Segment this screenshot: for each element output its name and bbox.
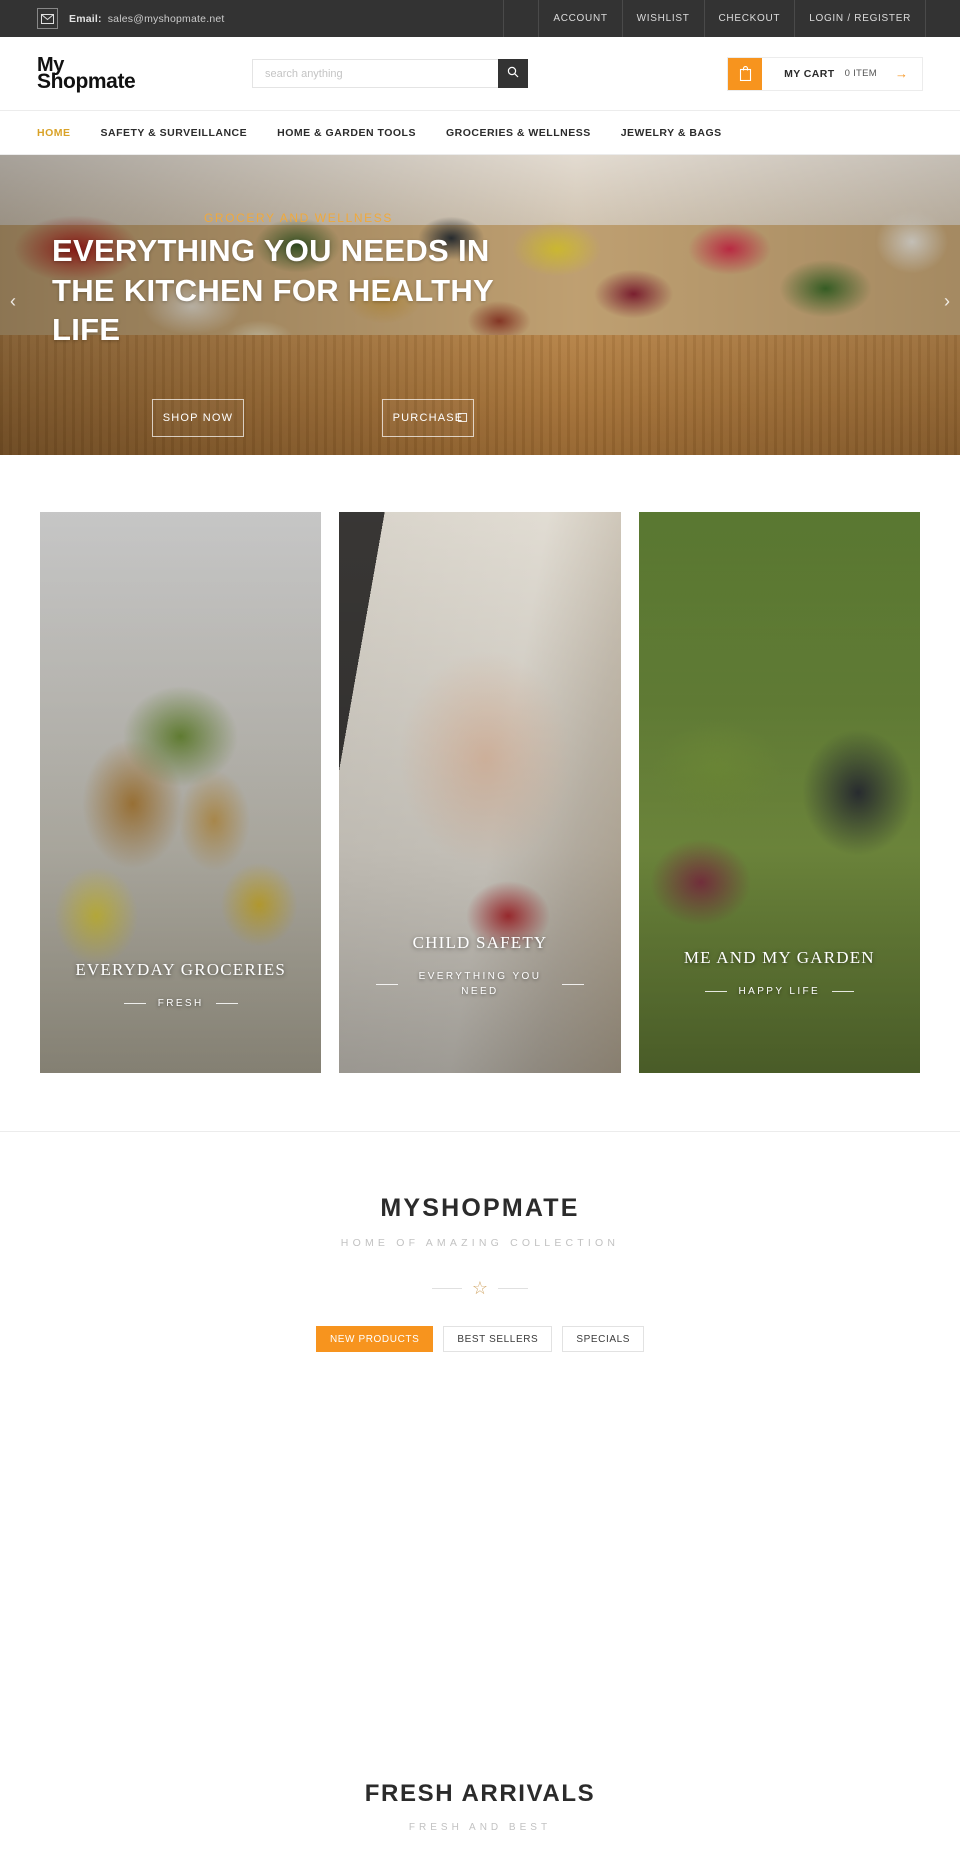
cart-text: MY CART 0 ITEM → bbox=[762, 58, 922, 90]
divider-line bbox=[832, 991, 855, 992]
divider-line bbox=[215, 1003, 238, 1004]
divider-line bbox=[704, 991, 727, 992]
brand-subtitle: HOME OF AMAZING COLLECTION bbox=[340, 1237, 620, 1249]
email-address[interactable]: sales@myshopmate.net bbox=[108, 13, 225, 25]
fresh-arrivals-title: FRESH ARRIVALS bbox=[364, 1780, 596, 1807]
hero-prev-arrow[interactable]: ‹ bbox=[10, 291, 16, 312]
card-subtitle: EVERYTHING YOU NEED bbox=[418, 971, 542, 997]
star-icon: ☆ bbox=[471, 1278, 489, 1298]
shop-now-button[interactable]: SHOP NOW bbox=[152, 399, 244, 437]
search-button[interactable] bbox=[498, 59, 528, 88]
category-cards: EVERYDAY GROCERIES FRESH CHILD SAFETY EV… bbox=[0, 455, 960, 1073]
email-label: Email: bbox=[69, 12, 102, 25]
cart-button[interactable]: MY CART 0 ITEM → bbox=[727, 56, 923, 91]
top-bar-email: Email: sales@myshopmate.net bbox=[0, 8, 503, 29]
star-divider: ☆ bbox=[0, 1279, 960, 1297]
product-tabs: NEW PRODUCTS BEST SELLERS SPECIALS bbox=[0, 1326, 960, 1352]
hero-eyebrow: GROCERY AND WELLNESS bbox=[204, 211, 393, 225]
divider-line bbox=[375, 983, 398, 985]
hero-slider-indicator[interactable] bbox=[458, 413, 467, 422]
cart-label: MY CART bbox=[784, 67, 835, 80]
mail-icon bbox=[37, 8, 58, 29]
card-subtitle-row: EVERYTHING YOU NEED bbox=[339, 969, 620, 999]
nav-item-jewelry-bags[interactable]: JEWELRY & BAGS bbox=[621, 127, 722, 139]
card-subtitle-row: FRESH bbox=[40, 996, 321, 1011]
header-right: MY CART 0 ITEM → bbox=[727, 56, 923, 91]
site-logo[interactable]: My Shopmate bbox=[37, 54, 237, 94]
fresh-arrivals-section: FRESH ARRIVALS FRESH AND BEST bbox=[0, 1780, 960, 1833]
fresh-arrivals-subtitle: FRESH AND BEST bbox=[408, 1822, 552, 1833]
tab-specials[interactable]: SPECIALS bbox=[562, 1326, 645, 1352]
brand-title: MYSHOPMATE bbox=[380, 1194, 580, 1222]
shopping-bag-icon bbox=[728, 57, 763, 90]
card-caption: EVERYDAY GROCERIES FRESH bbox=[40, 960, 321, 1011]
search-bar bbox=[252, 59, 528, 88]
card-caption: CHILD SAFETY EVERYTHING YOU NEED bbox=[339, 933, 620, 999]
category-card-child-safety[interactable]: CHILD SAFETY EVERYTHING YOU NEED bbox=[339, 512, 621, 1073]
topbar-link-wishlist[interactable]: WISHLIST bbox=[623, 0, 704, 37]
divider-line bbox=[498, 1287, 529, 1289]
card-title: CHILD SAFETY bbox=[412, 933, 548, 952]
site-header: My Shopmate MY CART 0 ITEM bbox=[0, 37, 960, 111]
card-subtitle-row: HAPPY LIFE bbox=[639, 984, 920, 999]
divider-line bbox=[431, 1287, 462, 1289]
tab-new-products[interactable]: NEW PRODUCTS bbox=[315, 1326, 434, 1352]
topbar-link-checkout[interactable]: CHECKOUT bbox=[705, 0, 795, 37]
search-icon bbox=[507, 66, 519, 81]
hero-banner: ‹ › GROCERY AND WELLNESS EVERYTHING YOU … bbox=[0, 155, 960, 455]
card-title: ME AND MY GARDEN bbox=[683, 948, 875, 967]
category-card-everyday-groceries[interactable]: EVERYDAY GROCERIES FRESH bbox=[40, 512, 322, 1073]
brand-section: MYSHOPMATE HOME OF AMAZING COLLECTION ☆ … bbox=[0, 1131, 960, 1352]
main-navigation: HOME SAFETY & SURVEILLANCE HOME & GARDEN… bbox=[0, 111, 960, 155]
topbar-link-login-register[interactable]: LOGIN / REGISTER bbox=[795, 0, 925, 37]
arrow-right-icon: → bbox=[895, 66, 908, 81]
divider-line bbox=[561, 983, 584, 985]
category-card-me-and-my-garden[interactable]: ME AND MY GARDEN HAPPY LIFE bbox=[638, 512, 920, 1073]
card-subtitle: FRESH bbox=[157, 998, 204, 1009]
nav-item-home[interactable]: HOME bbox=[37, 127, 71, 139]
nav-item-home-garden-tools[interactable]: HOME & GARDEN TOOLS bbox=[277, 127, 416, 139]
card-caption: ME AND MY GARDEN HAPPY LIFE bbox=[639, 948, 920, 999]
topbar-link-account[interactable]: ACCOUNT bbox=[539, 0, 621, 37]
divider-line bbox=[123, 1003, 146, 1004]
top-bar-links: ACCOUNT WISHLIST CHECKOUT LOGIN / REGIST… bbox=[503, 0, 960, 37]
top-bar: Email: sales@myshopmate.net ACCOUNT WISH… bbox=[0, 0, 960, 37]
card-title: EVERYDAY GROCERIES bbox=[75, 960, 286, 979]
nav-item-groceries-wellness[interactable]: GROCERIES & WELLNESS bbox=[446, 127, 591, 139]
logo-line-2: Shopmate bbox=[37, 70, 136, 94]
hero-title: EVERYTHING YOU NEEDS IN THE KITCHEN FOR … bbox=[52, 233, 494, 348]
card-subtitle: HAPPY LIFE bbox=[738, 986, 821, 997]
hero-content: GROCERY AND WELLNESS EVERYTHING YOU NEED… bbox=[52, 211, 512, 350]
cart-item-count: 0 ITEM bbox=[844, 68, 877, 79]
hero-next-arrow[interactable]: › bbox=[944, 291, 950, 312]
tab-best-sellers[interactable]: BEST SELLERS bbox=[443, 1326, 553, 1352]
hero-cta-group: SHOP NOW PURCHASE bbox=[152, 399, 474, 437]
search-input[interactable] bbox=[252, 59, 498, 88]
nav-item-safety-surveillance[interactable]: SAFETY & SURVEILLANCE bbox=[101, 127, 248, 139]
